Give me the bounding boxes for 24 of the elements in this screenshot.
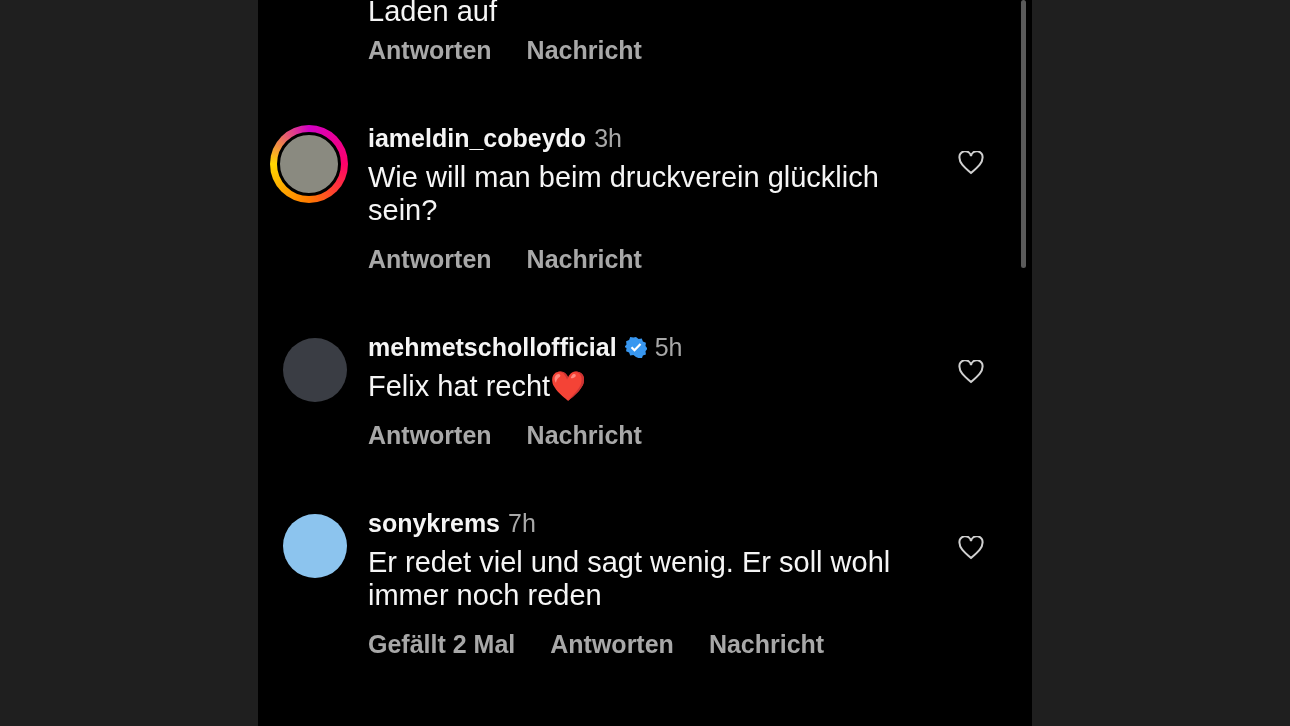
avatar-photo-placeholder[interactable] [277, 132, 341, 196]
heart-icon[interactable] [958, 360, 984, 384]
heart-icon[interactable] [958, 536, 984, 560]
username[interactable]: iameldin_cobeydo [368, 123, 587, 153]
comment-text: Laden auf [368, 0, 498, 22]
timestamp: 5h [654, 332, 683, 362]
comment-action-link[interactable]: Antworten [368, 244, 492, 274]
comment-action-link[interactable]: Nachricht [526, 420, 642, 450]
username[interactable]: mehmetschollofficial [368, 332, 617, 362]
comment-action-link[interactable]: Antworten [368, 35, 492, 65]
username[interactable]: sonykrems [368, 508, 501, 538]
comment-action-link[interactable]: Nachricht [708, 629, 825, 659]
comment-action-link[interactable]: Nachricht [526, 244, 642, 274]
heart-icon[interactable] [958, 151, 984, 175]
comment-action-link[interactable]: Antworten [550, 629, 674, 659]
timestamp: 7h [508, 508, 536, 538]
comment-action-link[interactable]: Nachricht [526, 35, 642, 65]
comment-text: Er redet viel und sagt wenig. Er soll wohl immer noch reden [368, 546, 892, 612]
scrollbar[interactable] [1021, 0, 1026, 268]
timestamp: 3h [594, 123, 622, 153]
comment-action-link[interactable]: Gefällt 2 Mal [368, 629, 516, 659]
comment-text: Wie will man beim druckverein glücklich sein? [368, 161, 880, 227]
comment-text: Felix hat recht❤ [368, 370, 588, 403]
comment-action-link[interactable]: Antworten [368, 420, 492, 450]
